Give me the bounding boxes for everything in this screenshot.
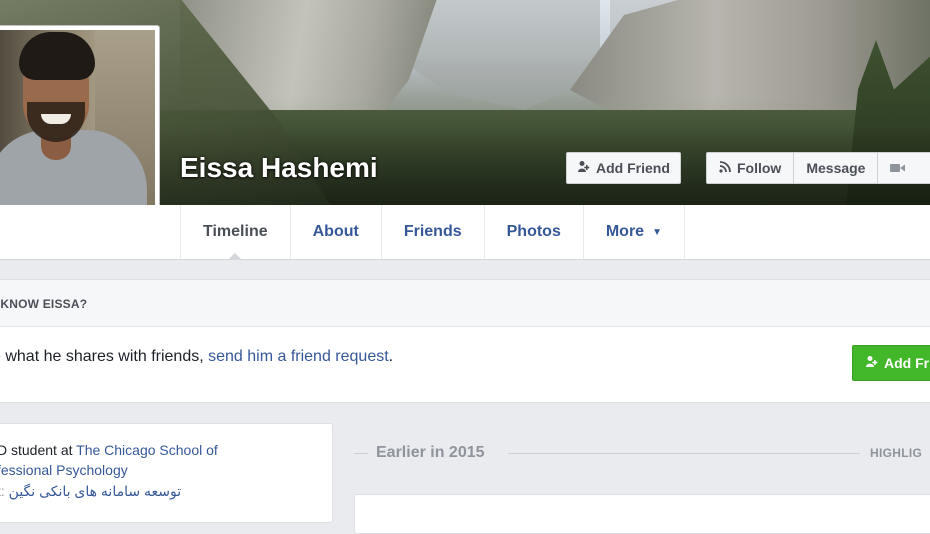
cover-action-group: Follow Message: [706, 152, 930, 184]
tab-photos-label: Photos: [506, 223, 561, 240]
add-friend-label: Add Friend: [596, 160, 670, 176]
profile-nav-bar: Timeline About Friends Photos More ▼: [0, 205, 930, 260]
section-divider-left: [354, 453, 368, 454]
workplace-link[interactable]: توسعه سامانه های بانکی نگین: [9, 483, 181, 499]
tab-more-label: More: [605, 223, 645, 240]
know-text-before: e what he shares with friends,: [0, 348, 209, 365]
send-friend-request-link[interactable]: send him a friend request: [208, 348, 389, 365]
tab-friends[interactable]: Friends: [380, 205, 484, 259]
do-you-know-card: U KNOW EISSA? e what he shares with frie…: [0, 279, 930, 403]
timeline-section-label: Earlier in 2015: [376, 444, 485, 461]
add-person-icon: [577, 160, 590, 176]
intro-work-prefix: t:: [0, 483, 5, 499]
follow-button[interactable]: Follow: [706, 152, 795, 184]
video-camera-icon: [890, 161, 906, 176]
intro-education: D student at The Chicago School of: [0, 442, 218, 458]
tab-about-label: About: [312, 223, 359, 240]
photo-hair: [19, 32, 95, 80]
intro-education-cont: fessional Psychology: [0, 462, 128, 478]
school-link[interactable]: The Chicago School of: [76, 442, 218, 458]
profile-name[interactable]: Eissa Hashemi: [180, 152, 378, 184]
add-friend-green-label: Add Fr: [884, 355, 930, 371]
caret-down-icon: ▼: [652, 226, 662, 238]
intro-education-prefix: D student at: [0, 442, 77, 458]
school-link-cont[interactable]: fessional Psychology: [0, 462, 128, 478]
add-person-icon: [865, 355, 878, 371]
do-you-know-header: U KNOW EISSA?: [0, 280, 930, 327]
know-text-after: .: [388, 348, 394, 365]
tab-about[interactable]: About: [289, 205, 381, 259]
highlights-link[interactable]: HIGHLIG: [870, 446, 922, 460]
add-friend-button[interactable]: Add Friend: [566, 152, 681, 184]
add-friend-green-button[interactable]: Add Fr: [852, 345, 930, 381]
profile-photo-image: [0, 30, 155, 234]
timeline-post-card: [354, 494, 930, 534]
profile-tabs: Timeline About Friends Photos More ▼: [180, 205, 685, 260]
tab-more[interactable]: More ▼: [582, 205, 685, 259]
tab-timeline-label: Timeline: [203, 223, 268, 240]
follow-label: Follow: [737, 160, 782, 176]
cover-cliff-center: [410, 0, 600, 110]
tab-photos[interactable]: Photos: [483, 205, 583, 259]
intro-work: t: توسعه سامانه های بانکی نگین: [0, 483, 181, 500]
tab-friends-label: Friends: [403, 223, 462, 240]
rss-icon: [719, 160, 731, 176]
video-call-button[interactable]: [877, 152, 930, 184]
active-tab-indicator: [228, 253, 243, 260]
message-label: Message: [806, 160, 866, 176]
message-button[interactable]: Message: [793, 152, 879, 184]
intro-card: D student at The Chicago School of fessi…: [0, 423, 333, 523]
section-divider: [508, 453, 860, 454]
do-you-know-title: U KNOW EISSA?: [0, 297, 88, 311]
tab-timeline[interactable]: Timeline: [180, 205, 290, 260]
do-you-know-text: e what he shares with friends, send him …: [0, 348, 393, 366]
